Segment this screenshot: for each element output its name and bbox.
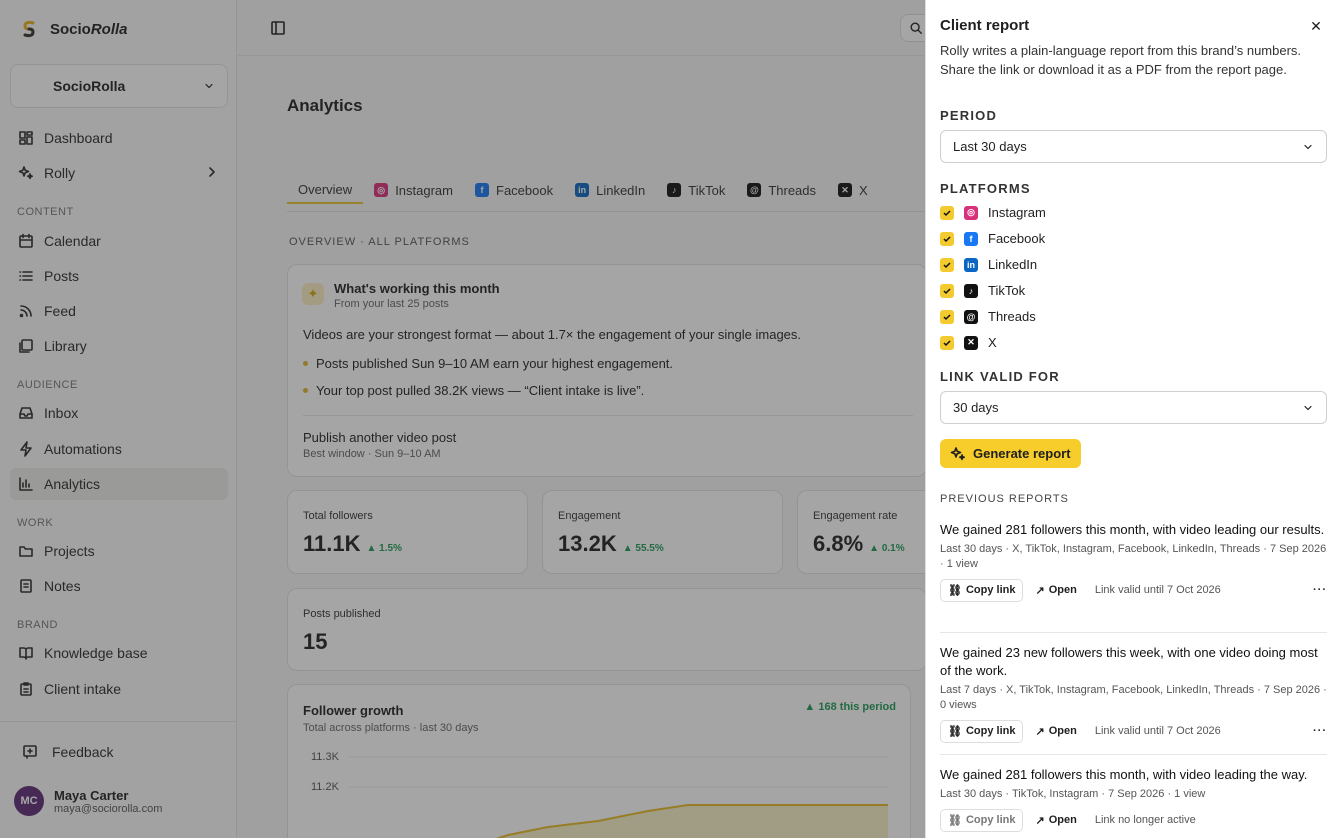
generate-report-label: Generate report: [973, 446, 1071, 461]
platform-label: Facebook: [988, 231, 1046, 246]
link-valid-select[interactable]: 30 days: [940, 391, 1327, 424]
external-link-icon: ↗: [1035, 725, 1045, 738]
checkbox-checked-icon: [940, 335, 954, 350]
report-item: We gained 281 followers this month, with…: [940, 766, 1327, 832]
facebook-icon: f: [964, 231, 978, 246]
external-link-icon: ↗: [1035, 814, 1045, 827]
threads-icon: @: [964, 309, 978, 324]
chevron-down-icon: [1304, 144, 1312, 149]
sparkles-icon: [950, 446, 965, 460]
platform-checkbox-linkedin[interactable]: in LinkedIn: [940, 257, 1037, 272]
report-item: We gained 281 followers this month, with…: [940, 521, 1327, 602]
close-button[interactable]: ✕: [1306, 16, 1326, 36]
modal-backdrop[interactable]: [0, 0, 925, 838]
panel-description: Rolly writes a plain-language report fro…: [940, 43, 1302, 77]
platform-label: TikTok: [988, 283, 1026, 298]
report-item: We gained 23 new followers this week, wi…: [940, 644, 1327, 743]
open-button[interactable]: ↗ Open: [1035, 584, 1076, 597]
copy-link-label: Copy link: [965, 814, 1016, 826]
platform-checkbox-threads[interactable]: @ Threads: [940, 309, 1036, 324]
link-icon: ⛓: [948, 725, 962, 738]
chevron-down-icon: [1304, 405, 1312, 410]
report-divider: [940, 754, 1327, 755]
report-meta: Last 30 days · X, TikTok, Instagram, Fac…: [940, 543, 1327, 570]
period-value: Last 30 days: [953, 139, 1027, 154]
report-divider: [940, 632, 1327, 633]
platform-checkbox-tiktok[interactable]: ♪ TikTok: [940, 283, 1025, 298]
instagram-icon: ◎: [964, 205, 978, 220]
client-report-panel: Client report ✕ Rolly writes a plain-lan…: [925, 0, 1341, 838]
tiktok-icon: ♪: [964, 283, 978, 298]
link-validity: Link valid until 7 Oct 2026: [1094, 584, 1221, 596]
period-select[interactable]: Last 30 days: [940, 130, 1327, 163]
report-title: We gained 23 new followers this week, wi…: [940, 645, 1318, 678]
checkbox-checked-icon: [940, 205, 954, 220]
more-options-icon[interactable]: ···: [1313, 725, 1327, 737]
report-meta: Last 30 days · TikTok, Instagram · 7 Sep…: [940, 788, 1206, 800]
open-button[interactable]: ↗ Open: [1035, 725, 1076, 738]
platform-label: X: [988, 335, 997, 350]
copy-link-label: Copy link: [965, 584, 1016, 596]
report-actions: ⛓ Copy link ↗ Open Link no longer active: [940, 808, 1327, 832]
open-label: Open: [1048, 584, 1077, 596]
previous-reports-label: PREVIOUS REPORTS: [940, 493, 1069, 505]
link-valid-label: LINK VALID FOR: [940, 369, 1060, 384]
panel-title: Client report: [940, 17, 1030, 34]
platform-checkbox-x[interactable]: ✕ X: [940, 335, 997, 350]
copy-link-label: Copy link: [965, 725, 1016, 737]
link-validity: Link valid until 7 Oct 2026: [1094, 725, 1221, 737]
link-valid-value: 30 days: [953, 400, 999, 415]
copy-link-button[interactable]: ⛓ Copy link: [940, 808, 1024, 832]
generate-report-button[interactable]: Generate report: [940, 439, 1081, 468]
x-icon: ✕: [964, 335, 978, 350]
link-validity: Link no longer active: [1094, 814, 1196, 826]
open-button[interactable]: ↗ Open: [1035, 814, 1076, 827]
platform-label: Instagram: [988, 205, 1046, 220]
period-label: PERIOD: [940, 108, 998, 123]
report-title: We gained 281 followers this month, with…: [940, 767, 1308, 782]
platform-checkbox-facebook[interactable]: f Facebook: [940, 231, 1045, 246]
platform-label: Threads: [988, 309, 1036, 324]
checkbox-checked-icon: [940, 231, 954, 246]
external-link-icon: ↗: [1035, 584, 1045, 597]
link-icon: ⛓: [948, 814, 962, 827]
checkbox-checked-icon: [940, 283, 954, 298]
checkbox-checked-icon: [940, 257, 954, 272]
open-label: Open: [1048, 725, 1077, 737]
close-icon: ✕: [1310, 18, 1322, 34]
more-options-icon[interactable]: ···: [1313, 584, 1327, 596]
checkbox-checked-icon: [940, 309, 954, 324]
open-label: Open: [1048, 814, 1077, 826]
platform-checkbox-instagram[interactable]: ◎ Instagram: [940, 205, 1046, 220]
link-icon: ⛓: [948, 584, 962, 597]
report-actions: ⛓ Copy link ↗ Open Link valid until 7 Oct …: [940, 719, 1327, 743]
linkedin-icon: in: [964, 257, 978, 272]
platform-label: LinkedIn: [988, 257, 1038, 272]
report-meta: Last 7 days · X, TikTok, Instagram, Face…: [940, 684, 1327, 711]
report-title: We gained 281 followers this month, with…: [940, 522, 1325, 537]
platforms-label: PLATFORMS: [940, 181, 1031, 196]
copy-link-button[interactable]: ⛓ Copy link: [940, 719, 1024, 743]
report-actions: ⛓ Copy link ↗ Open Link valid until 7 Oct …: [940, 578, 1327, 602]
copy-link-button[interactable]: ⛓ Copy link: [940, 578, 1024, 602]
